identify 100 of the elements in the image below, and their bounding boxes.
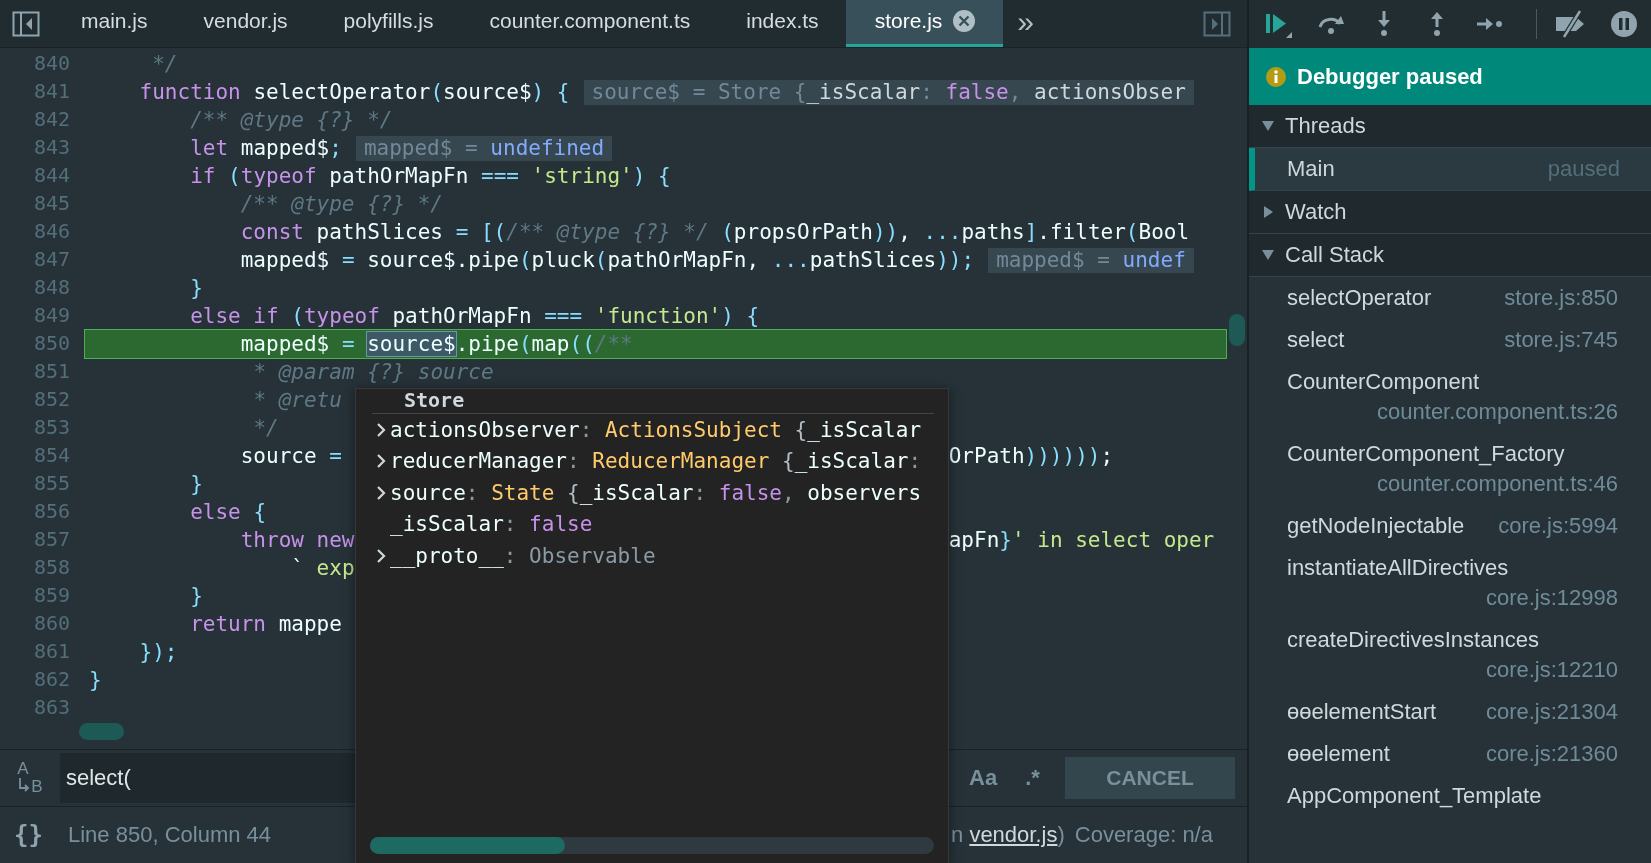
- regex-toggle[interactable]: .*: [1011, 765, 1054, 791]
- line-number: 849: [32, 302, 71, 329]
- code-text: OrPath))))));: [948, 443, 1114, 470]
- frame-name[interactable]: CounterComponent_Factory: [1287, 439, 1565, 469]
- code-text: apFn}' in select oper: [948, 527, 1215, 554]
- line-number: 850: [32, 330, 71, 357]
- cursor-position: Line 850, Column 44: [68, 822, 272, 848]
- file-tab[interactable]: index.ts: [717, 0, 846, 47]
- frame-name[interactable]: getNodeInjectable: [1287, 511, 1465, 541]
- code-text: source =: [240, 443, 342, 470]
- code-text: let mapped$;: [190, 135, 342, 162]
- more-tabs-button[interactable]: »: [1003, 0, 1048, 47]
- code-text: * @retu: [253, 387, 342, 414]
- frame-name[interactable]: instantiateAllDirectives: [1287, 553, 1509, 583]
- line-number: 859: [32, 582, 71, 609]
- line-number: 840: [32, 50, 71, 77]
- line-number: 860: [32, 610, 71, 637]
- search-field[interactable]: select(: [60, 753, 355, 803]
- file-tab[interactable]: store.js: [845, 0, 1004, 47]
- line-number: 856: [32, 498, 71, 525]
- frame-name[interactable]: CounterComponent: [1287, 367, 1479, 397]
- info-icon: [1265, 65, 1287, 88]
- code-text: else if (typeof pathOrMapFn === 'function') {: [190, 303, 760, 330]
- code-text: });: [139, 639, 178, 666]
- property-text[interactable]: reducerManager: ReducerManager {_isScalar:: [390, 449, 922, 474]
- code-text: }: [190, 471, 203, 498]
- code-text: function selectOperator(source$) {: [139, 79, 570, 106]
- line-number: 848: [32, 274, 71, 301]
- property-text[interactable]: actionsObserver: ActionsSubject {_isScalar: [390, 417, 922, 442]
- frame-location[interactable]: store.js:850: [1504, 283, 1618, 313]
- code-text: */: [152, 51, 178, 78]
- line-number: 857: [32, 526, 71, 553]
- file-tab[interactable]: vendor.js: [174, 0, 315, 47]
- inline-value: mapped$ = undef: [988, 247, 1194, 273]
- frame-location[interactable]: counter.component.ts:46: [1377, 469, 1618, 499]
- inline-value: mapped$ = undefined: [355, 135, 613, 161]
- line-number: 863: [32, 694, 71, 721]
- thread-row[interactable]: Main paused: [1249, 148, 1651, 191]
- code-text: mapped$ = source$.pipe(pluck(pathOrMapFn, ...pathSlices));: [240, 247, 975, 274]
- line-number: 855: [32, 470, 71, 497]
- line-number: 841: [32, 78, 71, 105]
- frame-name[interactable]: ɵɵelement: [1287, 739, 1390, 769]
- frame-name[interactable]: createDirectivesInstances: [1287, 625, 1539, 655]
- source-link[interactable]: vendor.js: [969, 822, 1058, 847]
- scrollbar-thumb[interactable]: [370, 837, 565, 854]
- code-text: }: [190, 275, 203, 302]
- code-text: mapped$ = source$.pipe(map((/**: [240, 331, 633, 358]
- code-text: else {: [190, 499, 267, 526]
- section-header[interactable]: Call Stack: [1249, 234, 1651, 277]
- pretty-print-button[interactable]: {}: [10, 821, 68, 849]
- frame-location[interactable]: core.js:12210: [1485, 655, 1618, 685]
- code-text: }: [190, 583, 203, 610]
- code-text: return mappe: [190, 611, 342, 638]
- property-text[interactable]: __proto__: Observable: [390, 543, 656, 568]
- property-text[interactable]: source: State {_isScalar: false, observers: [390, 480, 922, 505]
- close-icon[interactable]: [952, 8, 977, 33]
- frame-location[interactable]: store.js:745: [1504, 325, 1618, 355]
- code-text: const pathSlices = [(/** @type {?} */ (propsOrPath)), ...paths].filter(Bool: [240, 219, 1190, 246]
- line-number: 861: [32, 638, 71, 665]
- code-text: /** @type {?} */: [240, 191, 443, 218]
- frame-location[interactable]: core.js:21304: [1485, 697, 1618, 727]
- code-text: */: [253, 415, 279, 442]
- frame-name[interactable]: AppComponent_Template: [1287, 781, 1542, 811]
- property-text[interactable]: _isScalar: false: [390, 512, 593, 537]
- frame-name[interactable]: select: [1287, 325, 1345, 355]
- line-number: 853: [32, 414, 71, 441]
- match-case-toggle[interactable]: Aa: [955, 765, 1012, 791]
- frame-location[interactable]: counter.component.ts:26: [1377, 397, 1618, 427]
- scrollbar-thumb[interactable]: [79, 723, 124, 740]
- line-number: 845: [32, 190, 71, 217]
- line-number: 851: [32, 358, 71, 385]
- section-header[interactable]: Threads: [1249, 105, 1651, 148]
- section-title: Call Stack: [1285, 242, 1385, 268]
- replace-toggle[interactable]: A B: [0, 750, 60, 806]
- inline-value: source$ = Store {_isScalar: false, actionsObser: [583, 79, 1194, 105]
- file-tab[interactable]: polyfills.js: [314, 0, 461, 47]
- frame-location[interactable]: core.js:12998: [1485, 583, 1618, 613]
- frame-location[interactable]: core.js:21360: [1485, 739, 1618, 769]
- popover-title: Store: [372, 389, 934, 414]
- line-number: 842: [32, 106, 71, 133]
- line-number: 846: [32, 218, 71, 245]
- frame-name[interactable]: selectOperator: [1287, 283, 1432, 313]
- line-number: 847: [32, 246, 71, 273]
- line-number: 862: [32, 666, 71, 693]
- frame-name[interactable]: ɵɵelementStart: [1287, 697, 1437, 727]
- collapsed-triangle-icon[interactable]: [1261, 205, 1275, 219]
- file-tab[interactable]: counter.component.ts: [460, 0, 718, 47]
- frame-location[interactable]: core.js:5994: [1498, 511, 1618, 541]
- file-tab[interactable]: main.js: [52, 0, 175, 47]
- line-number: 852: [32, 386, 71, 413]
- scrollbar-thumb[interactable]: [1229, 314, 1245, 346]
- line-number: 844: [32, 162, 71, 189]
- expanded-triangle-icon[interactable]: [1261, 119, 1275, 133]
- expanded-triangle-icon[interactable]: [1261, 248, 1275, 262]
- code-text: ` exp: [291, 555, 355, 582]
- section-header[interactable]: Watch: [1249, 191, 1651, 234]
- section-title: Watch: [1285, 199, 1347, 225]
- source-map-note: n vendor.js): [951, 822, 1065, 848]
- banner-text: Debugger paused: [1297, 63, 1483, 90]
- thread-status: paused: [1547, 156, 1620, 182]
